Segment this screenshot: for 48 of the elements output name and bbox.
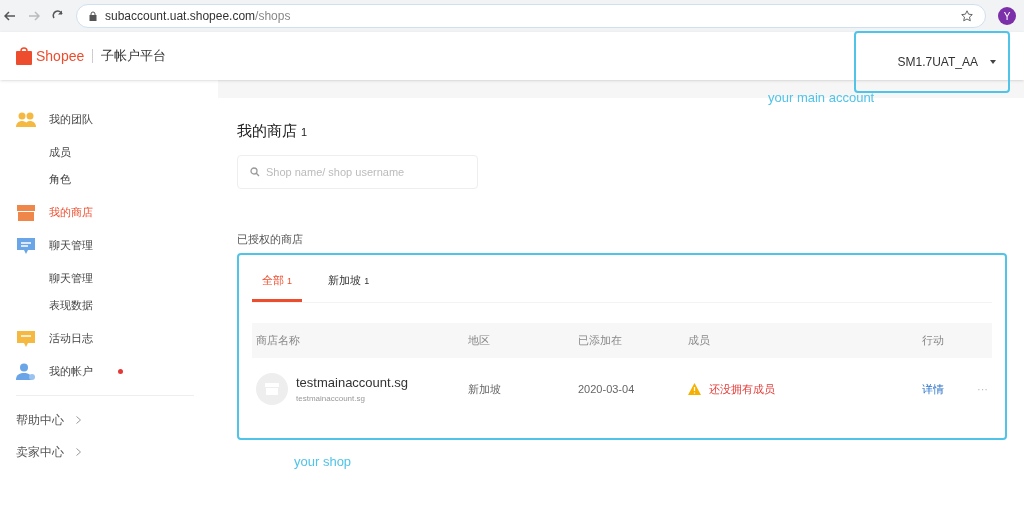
store-icon [16, 203, 36, 222]
search-field[interactable]: Shop name/ shop username [237, 154, 478, 189]
column-header: 行动 [921, 333, 945, 349]
sidebar-item[interactable]: 角色 [16, 166, 194, 193]
table-cell-text: 2020-03-04 [578, 381, 636, 397]
account-dropdown[interactable]: SM1.7UAT_AA [854, 31, 1010, 93]
sidebar-item[interactable]: 活动日志 [16, 325, 194, 352]
url-text: subaccount.uat.shopee.com/shops [105, 8, 291, 25]
platform-title: 子帐户平台 [101, 47, 167, 66]
section-label: 已授权的商店 [237, 231, 304, 247]
details-link[interactable]: 详情 [910, 380, 948, 398]
message-icon [16, 329, 36, 348]
sidebar-item[interactable]: 聊天管理 [16, 265, 194, 292]
column-header: 地区 [468, 333, 491, 349]
help-link[interactable]: 卖家中心 [16, 443, 64, 461]
caret-icon [990, 60, 996, 64]
annotation-label: your shop [294, 453, 353, 471]
status-text: 还没拥有成员 [709, 381, 775, 397]
sidebar-item[interactable]: 我的商店 [16, 199, 194, 226]
chevron-right-icon [76, 448, 81, 456]
warning-icon [688, 383, 701, 395]
address-bar[interactable]: subaccount.uat.shopee.com/shops [76, 4, 986, 28]
page-title: 我的商店 1 [237, 121, 309, 141]
user-icon [16, 362, 36, 381]
back-icon[interactable] [4, 11, 16, 21]
filter-tab[interactable]: 新加坡 1 [318, 262, 380, 302]
sidebar-item[interactable]: 聊天管理 [16, 232, 194, 259]
filter-tab[interactable]: 全部 1 [252, 262, 303, 302]
lock-icon [89, 11, 97, 21]
logo-text: Shopee [36, 46, 85, 66]
profile-avatar[interactable]: Y [998, 7, 1016, 25]
search-icon [250, 166, 260, 177]
column-header: 已添加在 [578, 333, 623, 349]
sidebar-item[interactable]: 成员 [16, 139, 194, 166]
shop-name: testmainaccount.sg [296, 374, 408, 393]
chat-icon [16, 236, 36, 255]
people-icon [16, 111, 36, 128]
help-link[interactable]: 帮助中心 [16, 411, 64, 429]
column-header: 商店名称 [256, 333, 301, 349]
shopping-bag-icon [16, 47, 32, 65]
column-header: 成员 [688, 333, 711, 349]
table-cell-text: 新加坡 [468, 381, 502, 397]
shop-username: testmainaccount.sg [296, 392, 366, 405]
sidebar-item[interactable]: 我的帐户 [16, 358, 194, 385]
sidebar-item[interactable]: 表现数据 [16, 292, 194, 319]
chevron-right-icon [76, 416, 81, 424]
sidebar-item[interactable]: 我的团队 [16, 106, 194, 133]
star-icon[interactable] [961, 10, 973, 22]
